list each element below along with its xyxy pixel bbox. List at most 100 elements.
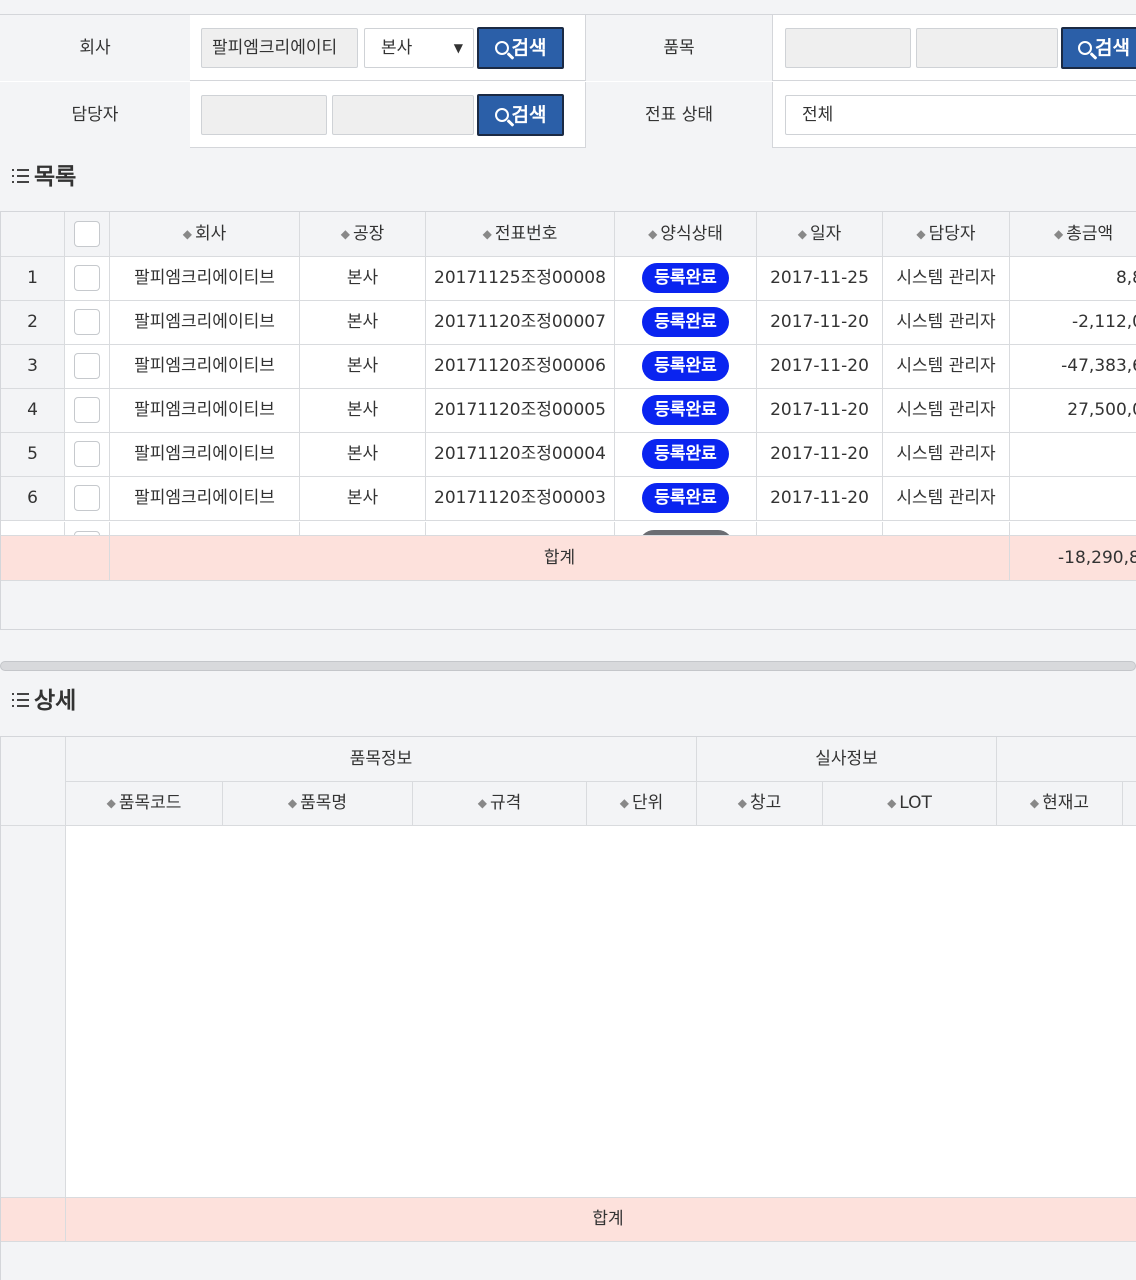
item-search-button[interactable]: 검색 [1061, 27, 1136, 69]
group-header-actual-info: 실사정보 [697, 737, 997, 782]
row-date: 2017-11-20 [757, 389, 883, 433]
row-number-text: 2 [27, 312, 38, 332]
list-pager-bar [1, 581, 1136, 629]
row-plant-text: 본사 [346, 488, 379, 508]
row-company: 팔피엠크리에이티브 [110, 301, 300, 345]
dropdown-arrow-icon: ▼ [453, 41, 463, 55]
detail-grid: 품목정보 실사정보 ◆ 품목코드 ◆ 품목명 ◆ 규격 ◆ 단위 ◆ 창고 ◆ LOT ◆ 현… [0, 736, 1136, 1280]
row-doc-number: 20171120조정00004 [426, 433, 615, 477]
row-number: 4 [1, 389, 65, 433]
row-doc-number: 20171120조정00005 [426, 389, 615, 433]
select-all-checkbox[interactable] [74, 221, 100, 247]
row-plant: 본사 [300, 389, 426, 433]
row-number-header [1, 212, 65, 257]
table-row[interactable]: 1 팔피엠크리에이티브 본사 20171125조정00008 등록완료 2017-11-2… [1, 257, 1136, 301]
row-checkbox[interactable] [74, 397, 100, 423]
status-select[interactable]: 전체 [785, 95, 1136, 135]
row-manager-text: 시스템 관리자 [896, 312, 996, 332]
row-number-text: 4 [27, 400, 38, 420]
row-number: 6 [1, 477, 65, 521]
row-number-text: 1 [27, 268, 38, 288]
row-total-amount: -47,383,6 [1010, 345, 1136, 389]
panel-splitter[interactable] [0, 661, 1136, 671]
item-name-field[interactable] [916, 28, 1058, 68]
column-header-form-status[interactable]: ◆ 양식상태 [615, 212, 757, 257]
row-doc-number-text: 20171125조정00008 [434, 268, 606, 288]
detail-row-number-column [1, 826, 66, 1197]
item-label: 품목 [585, 15, 773, 81]
row-manager-text: 시스템 관리자 [896, 488, 996, 508]
row-form-status: 등록완료 [615, 433, 757, 477]
column-header-item-name[interactable]: ◆ 품목명 [223, 782, 413, 826]
row-company-text: 팔피엠크리에이티브 [134, 356, 275, 376]
company-field[interactable]: 팔피엠크리에이티 [201, 28, 358, 68]
row-doc-number: 20171120조정00007 [426, 301, 615, 345]
status-badge: 등록완료 [642, 351, 729, 381]
detail-section-title: 상세 [12, 686, 76, 716]
row-plant-text: 본사 [346, 444, 379, 464]
row-checkbox[interactable] [74, 441, 100, 467]
column-header-lot[interactable]: ◆ LOT [823, 782, 997, 826]
row-date: 2017-11-20 [757, 301, 883, 345]
manager-search-button[interactable]: 검색 [477, 94, 564, 136]
sort-icon: ◆ [182, 227, 192, 241]
manager-code-field[interactable] [201, 95, 327, 135]
row-company: 팔피엠크리에이티브 [110, 345, 300, 389]
row-checkbox[interactable] [74, 309, 100, 335]
row-doc-number-text: 20171120조정00004 [434, 444, 606, 464]
list-icon [12, 693, 30, 707]
row-plant-text: 본사 [346, 268, 379, 288]
row-checkbox[interactable] [74, 265, 100, 291]
table-row[interactable]: 2 팔피엠크리에이티브 본사 20171120조정00007 등록완료 2017-11-2… [1, 301, 1136, 345]
manager-name-field[interactable] [332, 95, 474, 135]
row-date: 2017-11-20 [757, 433, 883, 477]
company-search-button[interactable]: 검색 [477, 27, 564, 69]
item-code-field[interactable] [785, 28, 911, 68]
column-header-warehouse[interactable]: ◆ 창고 [697, 782, 823, 826]
column-header-company[interactable]: ◆ 회사 [110, 212, 300, 257]
sort-icon: ◆ [106, 796, 116, 810]
column-header-date[interactable]: ◆ 일자 [757, 212, 883, 257]
table-row[interactable]: 6 팔피엠크리에이티브 본사 20171120조정00003 등록완료 2017-11-2… [1, 477, 1136, 521]
row-doc-number-text: 20171120조정00003 [434, 488, 606, 508]
column-header-unit[interactable]: ◆ 단위 [587, 782, 697, 826]
row-doc-number-text: 20171120조정00006 [434, 356, 606, 376]
column-header-manager[interactable]: ◆ 담당자 [883, 212, 1010, 257]
column-header-more [1123, 782, 1136, 826]
detail-row-number-header [1, 737, 66, 826]
table-row[interactable]: 4 팔피엠크리에이티브 본사 20171120조정00005 등록완료 2017-11-2… [1, 389, 1136, 433]
detail-sum-spacer [1, 1197, 66, 1242]
column-header-doc-number[interactable]: ◆ 전표번호 [426, 212, 615, 257]
search-form: 회사 팔피엠크리에이티 본사 ▼ 검색 품목 검색 담당자 검색 전표 상태 전… [0, 14, 1136, 148]
row-date-text: 2017-11-20 [770, 400, 869, 420]
row-doc-number: 20171125조정00008 [426, 257, 615, 301]
column-header-current-stock[interactable]: ◆ 현재고 [997, 782, 1123, 826]
column-header-spec[interactable]: ◆ 규격 [413, 782, 587, 826]
row-date: 2017-11-20 [757, 477, 883, 521]
row-company-text: 팔피엠크리에이티브 [134, 268, 275, 288]
table-row[interactable]: 5 팔피엠크리에이티브 본사 20171120조정00004 등록완료 2017-11-2… [1, 433, 1136, 477]
row-form-status: 등록완료 [615, 389, 757, 433]
column-header-total-amount[interactable]: ◆ 총금액 [1010, 212, 1136, 257]
company-label: 회사 [0, 15, 190, 81]
status-badge: 등록완료 [642, 483, 729, 513]
sort-icon: ◆ [340, 227, 350, 241]
sort-icon: ◆ [477, 796, 487, 810]
row-form-status: 등록완료 [615, 301, 757, 345]
row-total-amount [1010, 433, 1136, 477]
row-checkbox[interactable] [74, 353, 100, 379]
row-manager: 시스템 관리자 [883, 257, 1010, 301]
plant-select[interactable]: 본사 ▼ [364, 28, 474, 68]
row-checkbox[interactable] [74, 485, 100, 511]
row-total-amount-text: -47,383,6 [1061, 356, 1136, 376]
column-header-plant[interactable]: ◆ 공장 [300, 212, 426, 257]
column-header-item-code[interactable]: ◆ 품목코드 [66, 782, 223, 826]
row-plant: 본사 [300, 477, 426, 521]
search-row-1: 회사 팔피엠크리에이티 본사 ▼ 검색 품목 검색 [0, 15, 1136, 81]
row-company: 팔피엠크리에이티브 [110, 389, 300, 433]
table-row[interactable]: 3 팔피엠크리에이티브 본사 20171120조정00006 등록완료 2017-11-2… [1, 345, 1136, 389]
select-all-cell [65, 212, 110, 257]
row-total-amount: -2,112,0 [1010, 301, 1136, 345]
row-number: 1 [1, 257, 65, 301]
row-doc-number-text: 20171120조정00007 [434, 312, 606, 332]
